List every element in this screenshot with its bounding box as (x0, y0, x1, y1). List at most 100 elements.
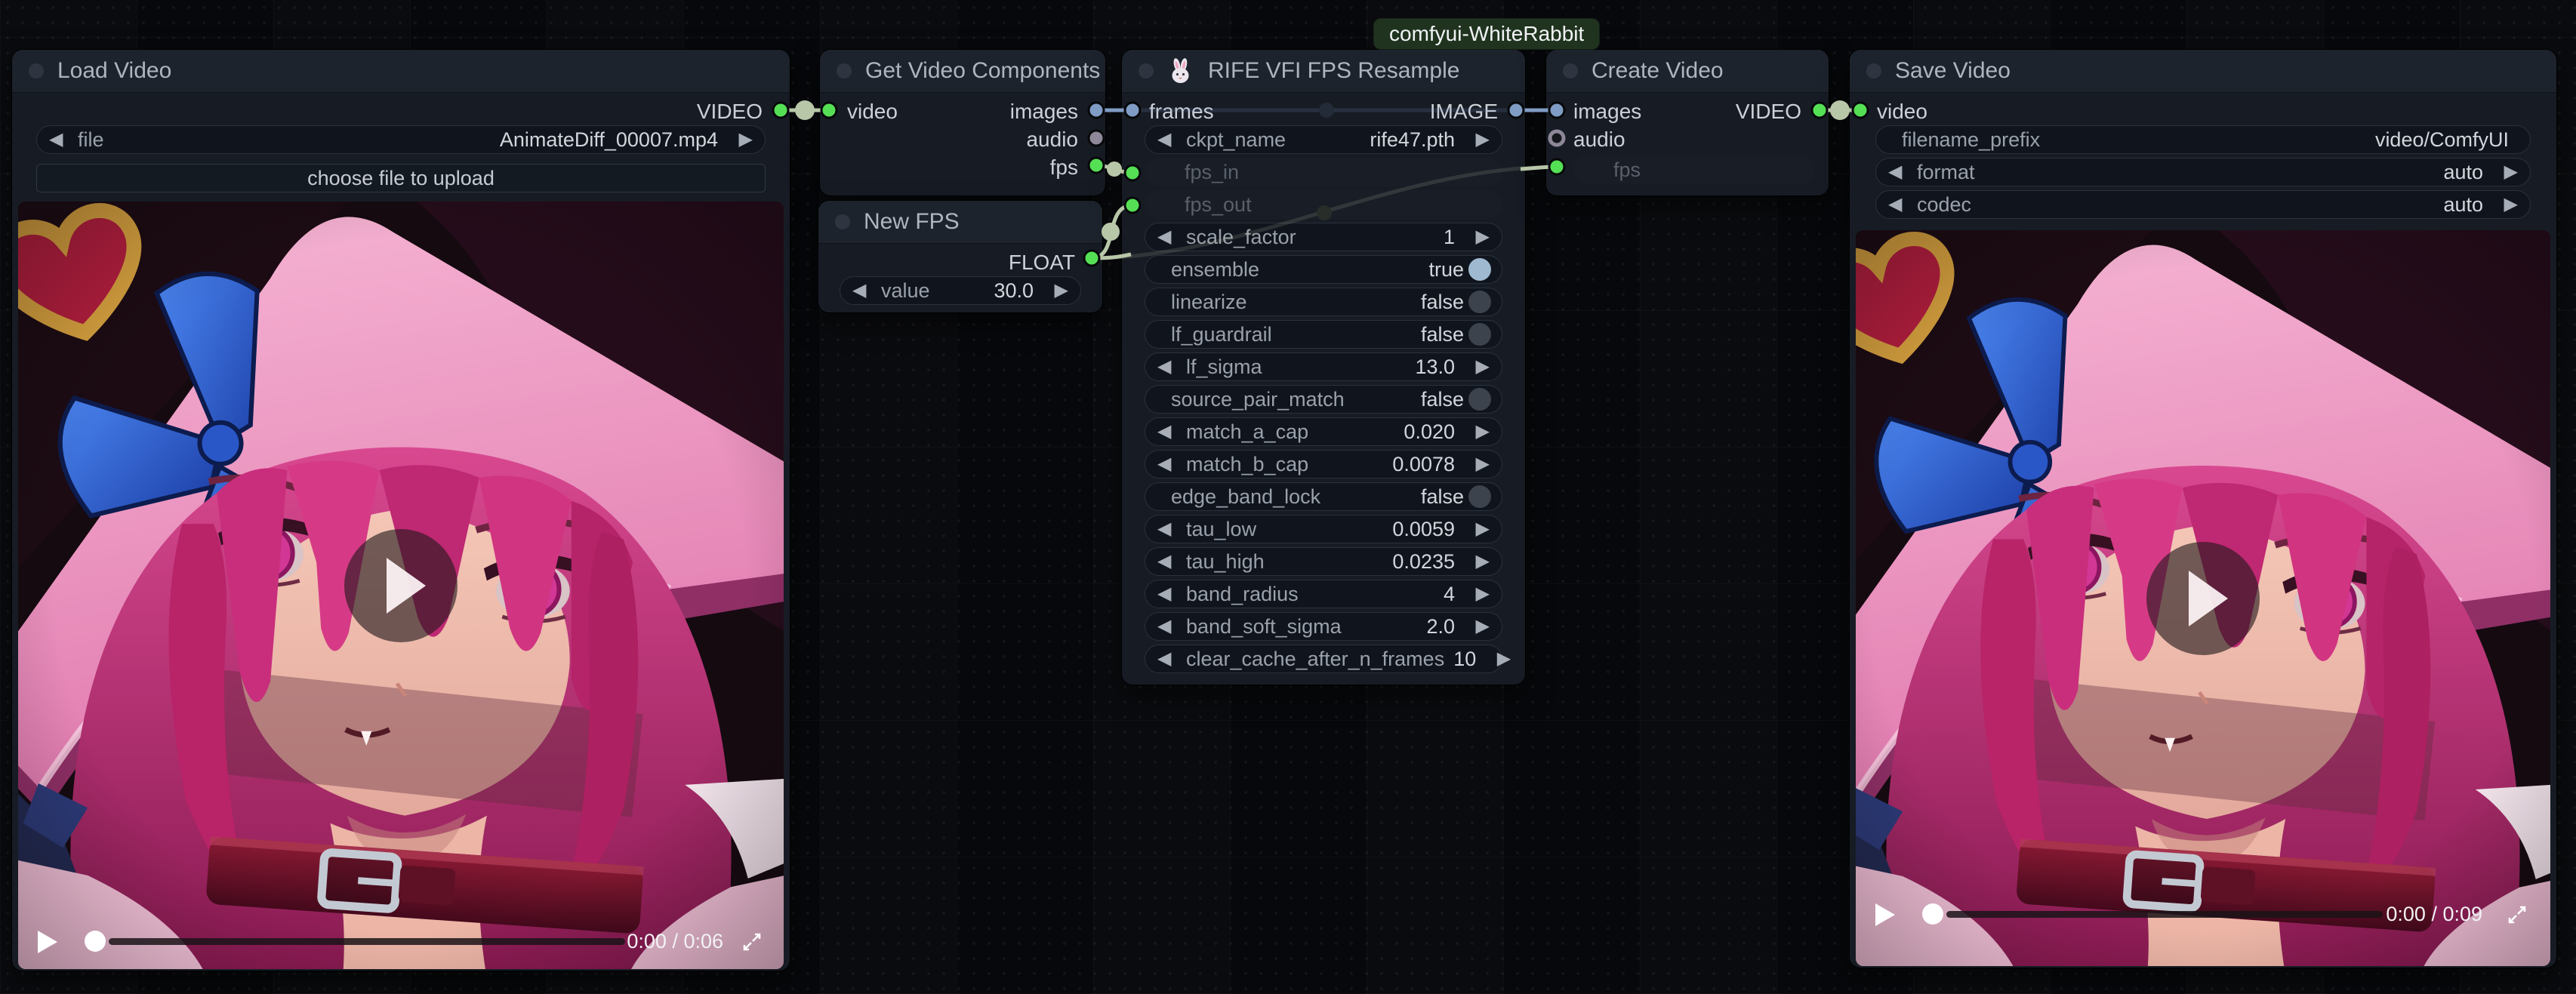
widget-decrement-arrow[interactable]: ◀ (1888, 190, 1914, 219)
node-titlebar[interactable]: Load Video (12, 50, 790, 93)
node-title: Load Video (57, 58, 171, 84)
seek-track[interactable] (109, 938, 625, 945)
toggle-knob[interactable] (1468, 323, 1491, 346)
widget-increment-arrow[interactable]: ▶ (1464, 450, 1490, 479)
play-overlay-button[interactable] (2146, 542, 2260, 655)
widget-fps_in[interactable]: fps_in (1145, 158, 1502, 186)
toggle-knob[interactable] (1468, 291, 1491, 313)
widget-decrement-arrow[interactable]: ◀ (1157, 612, 1183, 641)
widget-ensemble[interactable]: ensembletrue (1145, 255, 1502, 284)
node-create-video[interactable]: Create Video images VIDEO audio fps (1546, 50, 1829, 195)
widget-format[interactable]: ◀formatauto▶ (1875, 158, 2531, 186)
node-titlebar[interactable]: Get Video Components (820, 50, 1105, 93)
widget-increment-arrow[interactable]: ▶ (1464, 515, 1490, 543)
output-slot-label-images: images (1010, 100, 1078, 124)
widget-increment-arrow[interactable]: ▶ (2492, 190, 2518, 219)
widget-increment-arrow[interactable]: ▶ (1464, 223, 1490, 251)
widget-ckpt_name[interactable]: ◀ckpt_namerife47.pth▶ (1145, 125, 1502, 154)
seek-handle[interactable] (85, 931, 106, 952)
widget-increment-arrow[interactable]: ▶ (1043, 276, 1068, 305)
collapse-dot-icon[interactable] (837, 63, 852, 78)
widget-decrement-arrow[interactable]: ◀ (1888, 158, 1914, 186)
widget-source_pair_match[interactable]: source_pair_matchfalse (1145, 385, 1502, 414)
link-midpoint-dot[interactable] (1830, 100, 1850, 120)
widget-lf_sigma[interactable]: ◀lf_sigma13.0▶ (1145, 352, 1502, 381)
widget-decrement-arrow[interactable]: ◀ (49, 125, 75, 154)
play-overlay-button[interactable] (344, 529, 458, 642)
widget-fps-converted-input[interactable]: fps (1573, 155, 1815, 184)
link-midpoint-dot[interactable] (795, 100, 815, 120)
seek-handle[interactable] (1922, 903, 1943, 925)
seek-track[interactable] (1946, 911, 2383, 918)
widget-increment-arrow[interactable]: ▶ (727, 125, 753, 154)
link-midpoint-dot[interactable] (1107, 162, 1122, 177)
video-preview[interactable]: 0:00 / 0:06 (18, 202, 784, 969)
node-graph-canvas[interactable]: Load Video VIDEO ◀fileAnimateDiff_00007.… (0, 0, 2576, 994)
play-button-icon[interactable] (1875, 903, 1895, 926)
toggle-knob[interactable] (1468, 258, 1491, 281)
widget-decrement-arrow[interactable]: ◀ (1157, 645, 1183, 673)
widget-decrement-arrow[interactable]: ◀ (1157, 515, 1183, 543)
widget-decrement-arrow[interactable]: ◀ (1157, 125, 1183, 154)
widget-clear_cache_after_n_frames[interactable]: ◀clear_cache_after_n_frames10▶ (1145, 645, 1502, 673)
widget-increment-arrow[interactable]: ▶ (1464, 547, 1490, 576)
workflow-group-badge[interactable]: comfyui-WhiteRabbit (1374, 19, 1599, 49)
widget-filename_prefix[interactable]: filename_prefixvideo/ComfyUI (1875, 125, 2531, 154)
widget-decrement-arrow[interactable]: ◀ (1157, 580, 1183, 608)
collapse-dot-icon[interactable] (1563, 63, 1578, 78)
widget-decrement-arrow[interactable]: ◀ (1157, 450, 1183, 479)
widget-decrement-arrow[interactable]: ◀ (1157, 417, 1183, 446)
collapse-dot-icon[interactable] (835, 214, 850, 229)
node-titlebar[interactable]: Create Video (1546, 50, 1829, 93)
video-preview[interactable]: 0:00 / 0:09 (1856, 230, 2550, 966)
choose-file-button[interactable]: choose file to upload (36, 164, 766, 192)
widget-value: 4 (1434, 583, 1464, 606)
widget-increment-arrow[interactable]: ▶ (1464, 417, 1490, 446)
widget-file[interactable]: ◀fileAnimateDiff_00007.mp4▶ (36, 125, 766, 154)
widget-band_soft_sigma[interactable]: ◀band_soft_sigma2.0▶ (1145, 612, 1502, 641)
video-player-controls[interactable]: 0:00 / 0:09 (1856, 900, 2550, 930)
widget-lf_guardrail[interactable]: lf_guardrailfalse (1145, 320, 1502, 349)
input-slot-label-frames: frames (1149, 100, 1214, 124)
widget-decrement-arrow[interactable]: ◀ (1157, 223, 1183, 251)
widget-edge_band_lock[interactable]: edge_band_lockfalse (1145, 482, 1502, 511)
collapse-dot-icon[interactable] (29, 63, 44, 78)
widget-match_b_cap[interactable]: ◀match_b_cap0.0078▶ (1145, 450, 1502, 479)
widget-decrement-arrow[interactable]: ◀ (852, 276, 878, 305)
collapse-dot-icon[interactable] (1139, 63, 1154, 78)
node-titlebar[interactable]: RIFE VFI FPS Resample (1122, 50, 1525, 93)
toggle-knob[interactable] (1468, 388, 1491, 411)
widget-band_radius[interactable]: ◀band_radius4▶ (1145, 580, 1502, 608)
toggle-knob[interactable] (1468, 485, 1491, 508)
collapse-dot-icon[interactable] (1866, 63, 1881, 78)
widget-increment-arrow[interactable]: ▶ (1464, 125, 1490, 154)
widget-tau_high[interactable]: ◀tau_high0.0235▶ (1145, 547, 1502, 576)
widget-tau_low[interactable]: ◀tau_low0.0059▶ (1145, 515, 1502, 543)
widget-increment-arrow[interactable]: ▶ (1464, 352, 1490, 381)
node-rife-vfi-fps-resample[interactable]: RIFE VFI FPS Resample frames IMAGE ◀ckpt… (1122, 50, 1525, 685)
output-slot-label-fps: fps (1050, 155, 1078, 180)
node-titlebar[interactable]: New FPS (818, 201, 1102, 244)
widget-decrement-arrow[interactable]: ◀ (1157, 547, 1183, 576)
widget-fps_out[interactable]: fps_out (1145, 190, 1502, 219)
widget-match_a_cap[interactable]: ◀match_a_cap0.020▶ (1145, 417, 1502, 446)
play-button-icon[interactable] (38, 931, 57, 953)
node-titlebar[interactable]: Save Video (1850, 50, 2556, 93)
link-midpoint-dot[interactable] (1102, 223, 1120, 241)
node-get-video-components[interactable]: Get Video Components video images audio … (820, 50, 1105, 195)
widget-increment-arrow[interactable]: ▶ (1485, 645, 1511, 673)
node-load-video[interactable]: Load Video VIDEO ◀fileAnimateDiff_00007.… (12, 50, 790, 971)
fullscreen-icon[interactable] (740, 930, 764, 954)
video-player-controls[interactable]: 0:00 / 0:06 (18, 927, 784, 957)
widget-scale_factor[interactable]: ◀scale_factor1▶ (1145, 223, 1502, 251)
widget-codec[interactable]: ◀codecauto▶ (1875, 190, 2531, 219)
widget-value[interactable]: ◀value30.0▶ (840, 276, 1081, 305)
widget-decrement-arrow[interactable]: ◀ (1157, 352, 1183, 381)
fullscreen-icon[interactable] (2505, 903, 2529, 927)
widget-increment-arrow[interactable]: ▶ (1464, 580, 1490, 608)
node-save-video[interactable]: Save Video video filename_prefixvideo/Co… (1850, 50, 2556, 968)
node-new-fps[interactable]: New FPS FLOAT ◀value30.0▶ (818, 201, 1102, 312)
widget-increment-arrow[interactable]: ▶ (2492, 158, 2518, 186)
widget-linearize[interactable]: linearizefalse (1145, 288, 1502, 316)
widget-increment-arrow[interactable]: ▶ (1464, 612, 1490, 641)
